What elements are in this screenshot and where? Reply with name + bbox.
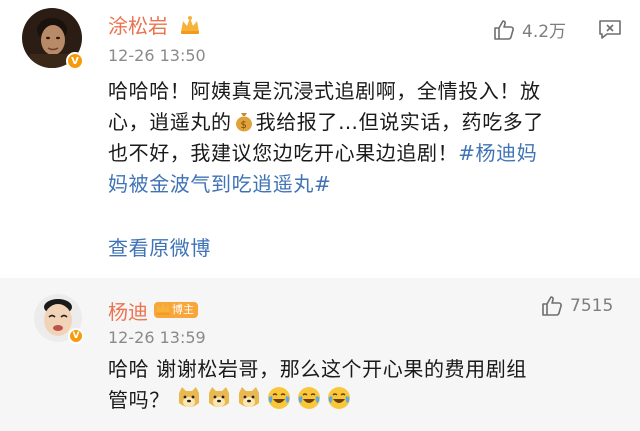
doge-emoji xyxy=(208,387,229,407)
text-line: 妈被金波气到吃逍遥丸# xyxy=(108,169,628,200)
comment-text: 哈哈哈！阿姨真是沉浸式追剧啊，全情投入！放 心，逍遥丸的 $ 我给报了…但说实话，药… xyxy=(108,76,628,200)
text-segment: 我给报了…但说实话，药吃多了 xyxy=(255,110,545,134)
text-segment: 也不好，我建议您边吃开心果边追剧！ xyxy=(108,141,459,165)
hashtag-link[interactable]: 妈被金波气到吃逍遥丸# xyxy=(108,172,331,196)
author-badge: 博主 xyxy=(154,300,198,320)
text-segment: 管吗？ xyxy=(108,388,170,412)
money-bag-emoji: $ xyxy=(235,113,252,132)
text-line: 也不好，我建议您边吃开心果边追剧！#杨迪妈 xyxy=(108,138,628,169)
like-count: 4.2万 xyxy=(522,22,567,42)
thumbs-up-icon xyxy=(542,296,562,316)
text-segment: 心，逍遥丸的 xyxy=(108,110,232,134)
verified-badge-icon: V xyxy=(68,328,84,344)
laugh-cry-emoji xyxy=(327,387,350,409)
reply-text: 哈哈 谢谢松岩哥，那么这个开心果的费用剧组 管吗？ xyxy=(108,354,628,416)
avatar[interactable]: V xyxy=(34,294,84,344)
like-button[interactable]: 7515 xyxy=(540,294,613,318)
timestamp: 12-26 13:50 xyxy=(108,46,206,65)
svg-text:$: $ xyxy=(240,120,247,131)
verified-badge-icon: V xyxy=(66,52,84,70)
like-count: 7515 xyxy=(570,296,614,316)
text-line: 哈哈哈！阿姨真是沉浸式追剧啊，全情投入！放 xyxy=(108,79,541,103)
laugh-cry-emoji xyxy=(297,387,320,409)
like-button[interactable]: 4.2万 xyxy=(492,17,566,42)
comment-card: V 涂松岩 12-26 13:50 4.2万 哈哈哈！阿姨真是沉浸式追剧啊，全情… xyxy=(0,0,640,278)
vip-crown-icon xyxy=(156,302,170,315)
username[interactable]: 杨迪 xyxy=(108,296,148,325)
text-line: 心，逍遥丸的 $ 我给报了…但说实话，药吃多了 xyxy=(108,107,628,138)
doge-emoji xyxy=(238,387,259,407)
emoji-row xyxy=(176,385,352,411)
thumbs-up-icon xyxy=(494,19,514,40)
doge-emoji xyxy=(178,387,199,407)
hashtag-link[interactable]: #杨迪妈 xyxy=(458,141,537,165)
laugh-cry-emoji xyxy=(267,387,290,409)
text-line: 哈哈 谢谢松岩哥，那么这个开心果的费用剧组 xyxy=(108,357,527,381)
avatar[interactable]: V xyxy=(22,8,84,70)
vip-crown-icon xyxy=(181,16,199,34)
username[interactable]: 涂松岩 xyxy=(108,10,168,39)
view-original-link[interactable]: 查看原微博 xyxy=(108,232,211,261)
text-line: 管吗？ xyxy=(108,385,628,416)
comment-icon[interactable] xyxy=(598,18,622,40)
timestamp: 12-26 13:59 xyxy=(108,328,206,347)
reply-card: V 杨迪 博主 12-26 13:59 7515 哈哈 谢谢松岩哥，那么这个开心… xyxy=(0,278,640,431)
